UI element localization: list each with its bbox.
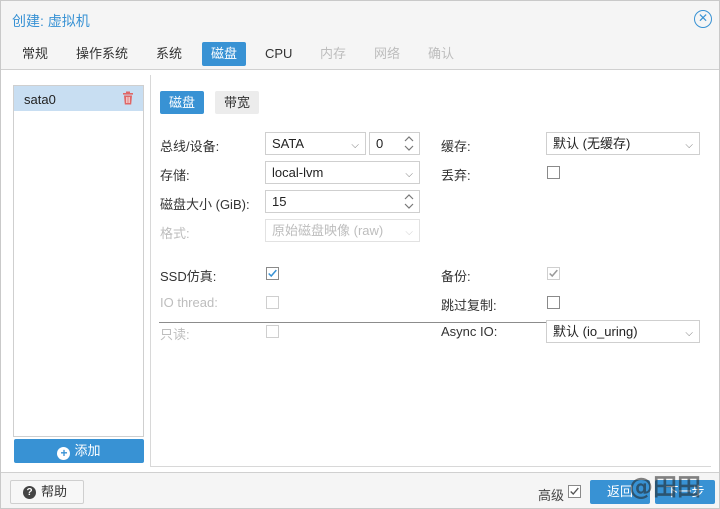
tab-confirm: 确认 (428, 46, 455, 61)
add-disk-button[interactable]: + 添加 (14, 439, 144, 463)
watermark: @田田 (629, 473, 701, 501)
disk-item-label: sata0 (24, 92, 56, 107)
plus-circle-icon: + (57, 447, 71, 460)
help-button[interactable]: ? 帮助 (10, 480, 84, 504)
question-circle-icon: ? (23, 486, 36, 499)
skip-replication-label: 跳过复制: (441, 298, 497, 313)
help-label: 帮助 (41, 484, 68, 499)
bus-device-label: 总线/设备: (160, 139, 220, 154)
cache-select[interactable]: 默认 (无缓存) ⌵ (546, 132, 700, 155)
dialog-title: 创建: 虚拟机 (12, 13, 90, 29)
storage-select[interactable]: local-lvm ⌵ (265, 161, 420, 184)
add-disk-label: 添加 (74, 443, 101, 458)
disk-size-spinner[interactable]: 15 (265, 190, 420, 213)
skip-replication-checkbox[interactable] (547, 296, 560, 309)
io-thread-checkbox (266, 296, 279, 309)
ssd-emulation-checkbox[interactable] (266, 267, 279, 280)
chevron-down-icon: ⌵ (685, 140, 693, 151)
format-select: 原始磁盘映像 (raw) ⌵ (265, 219, 420, 242)
tab-system[interactable]: 系统 (147, 42, 191, 66)
chevron-down-icon: ⌵ (685, 328, 693, 339)
main-content: sata0 + 添加 磁盘 带宽 总线/设备: SATA ⌵ 0 存储: loc… (1, 69, 719, 473)
cache-label: 缓存: (441, 139, 471, 154)
disk-list-item[interactable]: sata0 (14, 86, 143, 111)
device-number-spinner[interactable]: 0 (369, 132, 420, 155)
async-io-select[interactable]: 默认 (io_uring) ⌵ (546, 320, 700, 343)
tab-network: 网络 (374, 46, 401, 61)
discard-checkbox[interactable] (547, 166, 560, 179)
spinner-arrows-icon (404, 136, 414, 151)
checkmark-icon (549, 269, 558, 278)
tab-disks[interactable]: 磁盘 (202, 42, 247, 66)
io-thread-label: IO thread: (160, 295, 218, 310)
async-io-label: Async IO: (441, 324, 498, 339)
tab-os[interactable]: 操作系统 (67, 42, 137, 66)
checkmark-icon (268, 269, 277, 278)
disk-size-label: 磁盘大小 (GiB): (160, 197, 250, 212)
tab-cpu[interactable]: CPU (256, 42, 301, 66)
spinner-arrows-icon (404, 194, 414, 209)
subtab-bandwidth[interactable]: 带宽 (215, 91, 260, 114)
chevron-down-icon: ⌵ (351, 140, 359, 151)
subtab-disk[interactable]: 磁盘 (160, 91, 205, 114)
tab-memory: 内存 (320, 46, 347, 61)
chevron-down-icon: ⌵ (405, 169, 413, 180)
readonly-checkbox (266, 325, 279, 338)
chevron-down-icon: ⌵ (405, 227, 413, 238)
bus-select[interactable]: SATA ⌵ (265, 132, 366, 155)
create-vm-dialog: 创建: 虚拟机 ✕ 常规 操作系统 系统 磁盘 CPU 内存 网络 确认 sat… (0, 0, 720, 509)
backup-label: 备份: (441, 269, 471, 284)
trash-icon[interactable] (122, 91, 134, 105)
close-icon[interactable]: ✕ (694, 10, 712, 28)
advanced-label: 高级 (538, 488, 565, 503)
discard-label: 丢弃: (441, 168, 471, 183)
readonly-label: 只读: (160, 327, 190, 342)
dialog-footer: ? 帮助 高级 返回 下一步 (1, 474, 719, 509)
title-bar: 创建: 虚拟机 ✕ (1, 1, 719, 37)
disk-list: sata0 (13, 85, 144, 437)
tab-general[interactable]: 常规 (13, 42, 57, 66)
storage-label: 存储: (160, 168, 190, 183)
disk-settings-panel: 磁盘 带宽 总线/设备: SATA ⌵ 0 存储: local-lvm ⌵ 磁盘… (150, 75, 711, 467)
ssd-emulation-label: SSD仿真: (160, 269, 217, 284)
advanced-checkbox[interactable] (568, 485, 581, 498)
backup-checkbox (547, 267, 560, 280)
format-label: 格式: (160, 226, 190, 241)
checkmark-icon (570, 487, 579, 496)
